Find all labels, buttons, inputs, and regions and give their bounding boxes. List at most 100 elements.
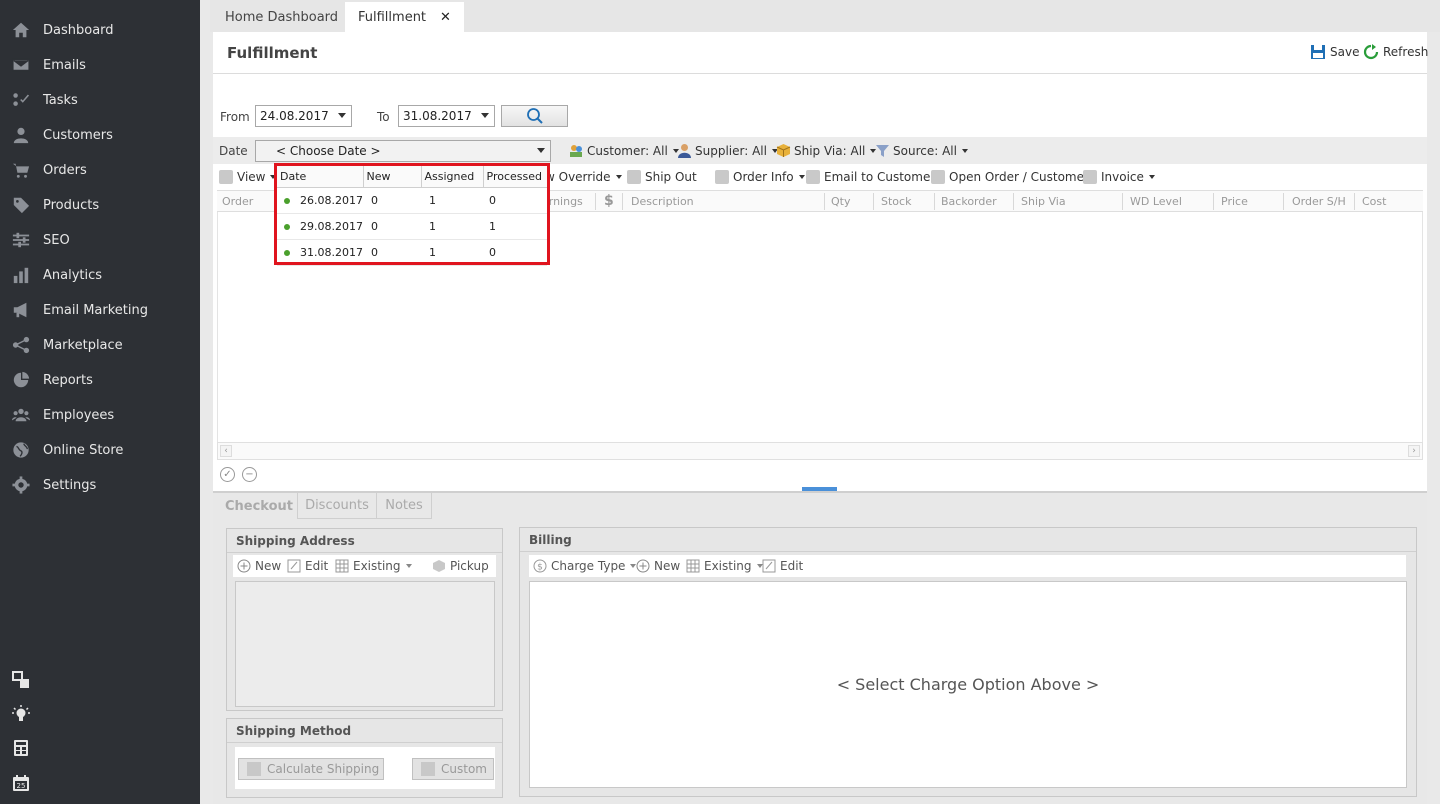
charge-type-menu[interactable]: $ Charge Type — [533, 559, 637, 573]
close-icon[interactable]: ✕ — [440, 10, 451, 25]
to-date-picker[interactable]: 31.08.2017 — [398, 105, 495, 127]
ship-out-button[interactable]: Ship Out — [627, 170, 697, 184]
view-icon — [219, 170, 233, 184]
column-header[interactable]: Assigned — [421, 166, 484, 188]
shipping-address-toolbar: New Edit Existing Pickup — [233, 555, 496, 577]
search-button[interactable] — [501, 105, 568, 127]
chevron-down-icon — [481, 113, 489, 118]
tab-discounts[interactable]: Discounts — [297, 493, 377, 519]
invoice-menu[interactable]: Invoice — [1083, 170, 1155, 184]
sidebar-item-customers[interactable]: Customers — [0, 118, 200, 153]
box-icon — [776, 144, 791, 157]
email-customer-button[interactable]: Email to Customer — [806, 170, 935, 184]
column-header[interactable]: Date — [277, 166, 364, 188]
calculate-shipping-button[interactable]: Calculate Shipping — [238, 758, 384, 780]
sidebar-item-label: Analytics — [43, 268, 103, 283]
order-info-menu[interactable]: Order Info — [715, 170, 805, 184]
horizontal-scrollbar[interactable]: ‹ › — [217, 442, 1423, 460]
pickup-label: Pickup — [450, 559, 489, 573]
edit-billing-button[interactable]: Edit — [762, 559, 803, 573]
refresh-label: Refresh — [1383, 45, 1429, 59]
column-header[interactable]: Order S/H — [1292, 195, 1346, 208]
custom-shipping-button[interactable]: Custom — [412, 758, 494, 780]
sidebar-item-label: Email Marketing — [43, 303, 148, 318]
tab-fulfillment[interactable]: Fulfillment ✕ — [345, 2, 464, 32]
funnel-icon — [876, 145, 889, 157]
tab-home-dashboard[interactable]: Home Dashboard — [212, 2, 351, 32]
to-date-value: 31.08.2017 — [403, 109, 472, 123]
sidebar-item-settings[interactable]: Settings — [0, 468, 200, 503]
source-filter[interactable]: Source: All — [875, 143, 968, 158]
table-row[interactable]: 26.08.2017 0 1 0 — [277, 187, 547, 214]
column-header[interactable]: New — [363, 166, 422, 188]
column-header[interactable]: Description — [631, 195, 694, 208]
pickup-button[interactable]: Pickup — [432, 559, 489, 573]
calculator-icon[interactable] — [12, 739, 30, 757]
envelope-icon — [12, 56, 32, 76]
from-date-picker[interactable]: 24.08.2017 — [255, 105, 352, 127]
column-header[interactable]: Cost — [1362, 195, 1386, 208]
globe-icon — [12, 441, 32, 461]
sidebar-item-analytics[interactable]: Analytics — [0, 258, 200, 293]
uncheck-all-icon[interactable]: − — [242, 467, 257, 482]
column-header[interactable]: Qty — [831, 195, 850, 208]
shipping-address-box[interactable] — [235, 581, 495, 707]
ship-via-filter[interactable]: Ship Via: All — [776, 143, 877, 158]
sidebar-item-marketplace[interactable]: Marketplace — [0, 328, 200, 363]
column-header[interactable]: WD Level — [1130, 195, 1182, 208]
column-header[interactable]: Order — [222, 195, 253, 208]
sidebar-item-online-store[interactable]: Online Store — [0, 433, 200, 468]
gear-icon — [12, 475, 32, 496]
existing-label: Existing — [353, 559, 401, 573]
check-all-icon[interactable]: ✓ — [220, 467, 235, 482]
sidebar-item-reports[interactable]: Reports — [0, 363, 200, 398]
calendar-icon[interactable]: 25 — [12, 774, 30, 792]
scroll-right-icon[interactable]: › — [1408, 445, 1420, 457]
column-header[interactable]: Stock — [881, 195, 911, 208]
sidebar-item-tasks[interactable]: Tasks — [0, 83, 200, 118]
sidebar-item-seo[interactable]: SEO — [0, 223, 200, 258]
choose-date-dropdown[interactable]: < Choose Date > — [255, 140, 551, 162]
windows-icon[interactable] — [12, 671, 30, 689]
save-label: Save — [1330, 45, 1360, 59]
supplier-filter[interactable]: Supplier: All — [677, 143, 778, 158]
column-header[interactable]: Backorder — [941, 195, 997, 208]
sidebar: Dashboard Emails Tasks Customers Orders … — [0, 0, 200, 804]
existing-address-menu[interactable]: Existing — [335, 559, 412, 573]
order-info-icon — [715, 170, 729, 184]
override-menu[interactable]: w Override — [545, 170, 622, 184]
new-address-button[interactable]: New — [237, 559, 281, 573]
sidebar-item-dashboard[interactable]: Dashboard — [0, 13, 200, 48]
view-menu[interactable]: View — [219, 170, 277, 184]
status-dot-icon — [284, 249, 290, 256]
sidebar-item-products[interactable]: Products — [0, 188, 200, 223]
tab-checkout[interactable]: Checkout — [217, 493, 301, 519]
existing-billing-menu[interactable]: Existing — [686, 559, 763, 573]
new-billing-button[interactable]: New — [636, 559, 680, 573]
scroll-left-icon[interactable]: ‹ — [220, 445, 232, 457]
edit-address-button[interactable]: Edit — [287, 559, 328, 573]
date-dropdown-popup: Date New Assigned Processed 26.08.2017 0… — [274, 163, 550, 266]
sidebar-item-employees[interactable]: Employees — [0, 398, 200, 433]
tab-strip: Home Dashboard Fulfillment ✕ — [210, 0, 1440, 32]
column-header[interactable]: Price — [1221, 195, 1248, 208]
column-header[interactable]: Processed — [483, 166, 547, 188]
column-header[interactable]: Ship Via — [1021, 195, 1066, 208]
lightbulb-icon[interactable] — [12, 705, 30, 723]
tab-notes[interactable]: Notes — [376, 493, 432, 519]
customer-filter[interactable]: Customer: All — [569, 143, 679, 158]
refresh-button[interactable]: Refresh — [1363, 44, 1428, 60]
sidebar-item-emails[interactable]: Emails — [0, 48, 200, 83]
order-info-label: Order Info — [733, 170, 794, 184]
row-new: 0 — [363, 213, 421, 240]
open-order-label: Open Order / Customer — [949, 170, 1089, 184]
table-row[interactable]: 29.08.2017 0 1 1 — [277, 213, 547, 240]
tasks-icon — [12, 91, 32, 111]
save-button[interactable]: Save — [1310, 44, 1359, 60]
sidebar-item-email-marketing[interactable]: Email Marketing — [0, 293, 200, 328]
sidebar-item-orders[interactable]: Orders — [0, 153, 200, 188]
sidebar-item-label: Dashboard — [43, 23, 114, 38]
table-row[interactable]: 31.08.2017 0 1 0 — [277, 239, 547, 266]
open-order-button[interactable]: Open Order / Customer — [931, 170, 1089, 184]
splitter-grip[interactable] — [802, 487, 837, 491]
